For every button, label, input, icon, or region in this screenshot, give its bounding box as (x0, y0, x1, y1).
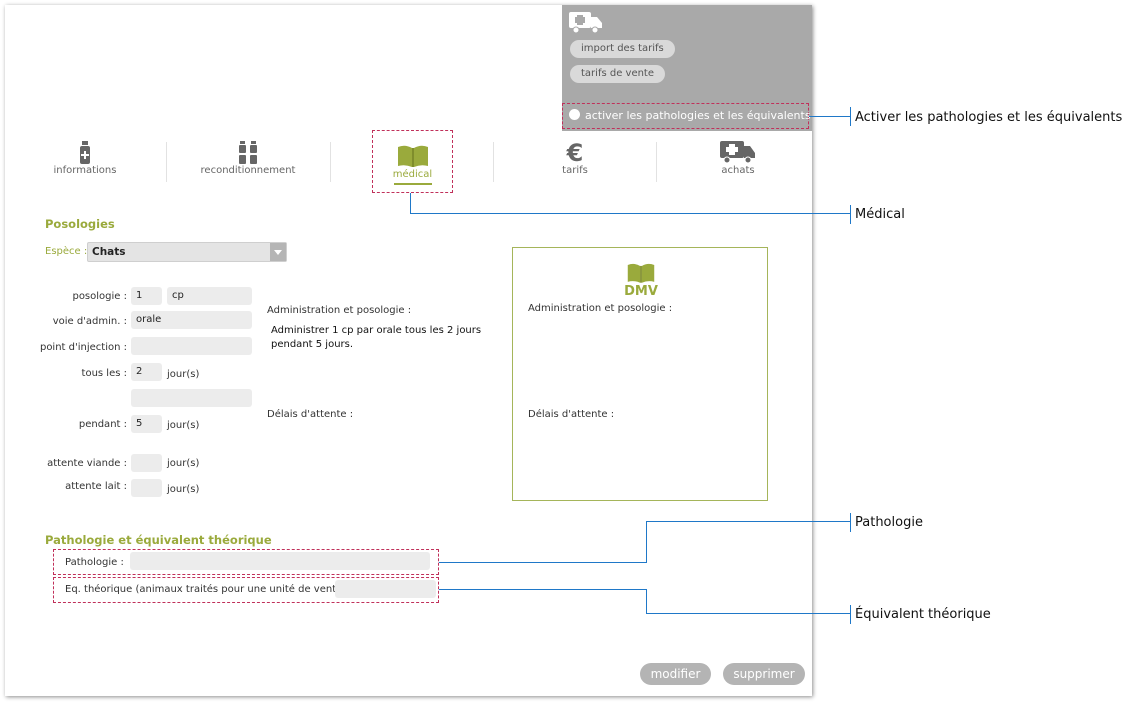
tab-tarifs-label: tarifs (562, 165, 588, 176)
callout-line (809, 116, 851, 117)
tab-achats-label: achats (721, 165, 755, 176)
callout-line (439, 562, 646, 563)
attente-viande-input[interactable] (131, 454, 162, 472)
annotation-pathologie: Pathologie (855, 515, 923, 530)
espece-label: Espèce : (45, 246, 88, 257)
tab-separator (166, 142, 167, 182)
admin-posologie-line-2: pendant 5 jours. (271, 339, 354, 350)
vial-icon (50, 141, 120, 165)
callout-tick (850, 605, 851, 624)
ambulance-icon (708, 141, 768, 165)
euro-icon: € (566, 139, 584, 167)
modifier-button[interactable]: modifier (640, 663, 711, 685)
callout-tick (850, 205, 851, 224)
tab-tarifs[interactable]: € tarifs (545, 141, 605, 176)
frequency-extra-input[interactable] (131, 389, 252, 407)
voie-admin-input[interactable]: orale (131, 311, 252, 329)
tab-informations-label: informations (53, 165, 117, 176)
ambulance-icon (569, 12, 603, 34)
posologies-title: Posologies (45, 217, 115, 231)
dmv-delais-label: Délais d'attente : (528, 409, 615, 420)
callout-line (646, 521, 647, 563)
tab-separator (493, 142, 494, 182)
supprimer-button[interactable]: supprimer (723, 663, 805, 685)
admin-posologie-line-1: Administrer 1 cp par orale tous les 2 jo… (271, 325, 482, 336)
annotation-equivalent: Équivalent théorique (855, 607, 991, 622)
tab-reconditionnement-label: reconditionnement (200, 165, 296, 176)
posologie-input[interactable]: 1 (131, 287, 162, 305)
delais-attente-title: Délais d'attente : (267, 409, 354, 420)
callout-line (410, 213, 850, 214)
point-injection-label: point d'injection : (39, 342, 127, 353)
callout-line (646, 589, 647, 613)
callout-line (646, 521, 850, 522)
espece-value: Chats (92, 246, 126, 258)
tab-achats[interactable]: achats (708, 141, 768, 176)
pathologie-input[interactable] (130, 552, 430, 570)
callout-line (646, 613, 850, 614)
book-icon (373, 145, 452, 169)
posologie-label: posologie : (72, 291, 127, 302)
pendant-unit: jour(s) (167, 420, 200, 431)
tab-separator (330, 142, 331, 182)
pendant-label: pendant : (78, 419, 127, 430)
eq-theorique-label: Eq. théorique (animaux traités pour une … (65, 584, 353, 595)
annotation-medical: Médical (855, 207, 905, 222)
tab-separator (656, 142, 657, 182)
callout-line (410, 193, 411, 213)
pathologie-section-title: Pathologie et équivalent théorique (45, 533, 272, 547)
radio-icon[interactable] (569, 109, 580, 120)
tarifs-vente-button[interactable]: tarifs de vente (570, 65, 666, 83)
attente-lait-label: attente lait : (65, 481, 127, 492)
tab-medical[interactable]: médical (372, 130, 453, 193)
tab-medical-label: médical (392, 169, 433, 180)
tous-les-label: tous les : (81, 368, 127, 379)
attente-lait-input[interactable] (131, 479, 162, 497)
dmv-admin-label: Administration et posologie : (528, 303, 673, 314)
posologie-unit-input[interactable]: cp (167, 287, 252, 305)
import-tarifs-button[interactable]: import des tarifs (570, 40, 675, 58)
activate-pathologies-toggle[interactable]: activer les pathologies et les équivalen… (562, 103, 811, 129)
pathologie-label: Pathologie : (65, 557, 124, 568)
tab-reconditionnement[interactable]: reconditionnement (198, 141, 298, 176)
tous-les-unit: jour(s) (167, 369, 200, 380)
attente-viande-label: attente viande : (47, 458, 127, 469)
callout-tick (850, 107, 851, 126)
eq-theorique-input[interactable] (335, 580, 436, 598)
attente-lait-unit: jour(s) (167, 484, 200, 495)
point-injection-input[interactable] (131, 337, 252, 355)
active-tab-underline (393, 183, 432, 185)
activate-label: activer les pathologies et les équivalen… (585, 109, 811, 122)
vials-icon (198, 141, 298, 165)
callout-tick (850, 513, 851, 532)
chevron-down-icon[interactable] (270, 243, 286, 261)
voie-admin-label: voie d'admin. : (52, 316, 127, 327)
tous-les-input[interactable]: 2 (131, 363, 162, 381)
dmv-title: DMV (624, 284, 658, 299)
tab-informations[interactable]: informations (50, 141, 120, 176)
callout-line (439, 589, 646, 590)
pendant-input[interactable]: 5 (131, 415, 162, 433)
attente-viande-unit: jour(s) (167, 458, 200, 469)
annotation-activer: Activer les pathologies et les équivalen… (855, 110, 1123, 125)
espece-select[interactable]: Chats (87, 242, 287, 262)
admin-posologie-title: Administration et posologie : (267, 305, 412, 316)
